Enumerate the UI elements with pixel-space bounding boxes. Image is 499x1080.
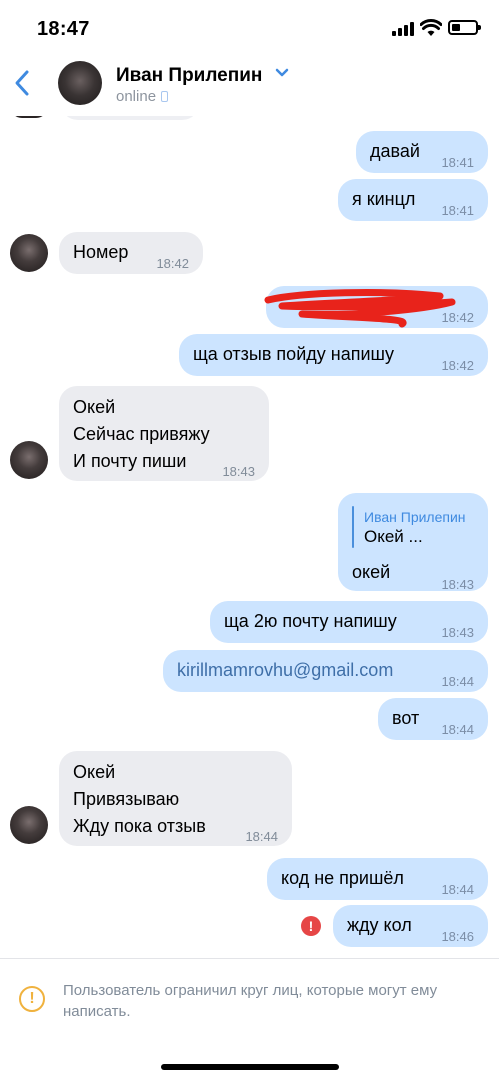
status-bar: 18:47 — [0, 0, 499, 56]
message-time: 18:41 — [441, 155, 474, 170]
contact-name[interactable]: Иван Прилепин — [116, 65, 262, 87]
wifi-icon — [420, 19, 442, 36]
message-time: 18:42 — [156, 256, 189, 271]
message-time: 18:43 — [222, 464, 255, 479]
chat-header: Иван Прилепин online — [0, 56, 499, 116]
message-bubble-outgoing[interactable]: вот 18:44 — [378, 698, 488, 740]
chevron-down-icon[interactable] — [275, 68, 289, 78]
error-icon[interactable]: ! — [301, 916, 321, 936]
home-indicator[interactable] — [161, 1064, 339, 1070]
message-text: жду кол — [347, 915, 412, 935]
message-bubble-outgoing[interactable]: код не пришёл 18:44 — [267, 858, 488, 900]
contact-avatar[interactable] — [58, 61, 102, 105]
contact-status: online — [116, 88, 169, 105]
contact-avatar-small[interactable] — [10, 234, 48, 272]
email-link[interactable]: kirillmamrovhu@gmail.com — [177, 657, 393, 684]
message-time: 18:43 — [441, 577, 474, 592]
message-text: давай — [370, 141, 420, 161]
message-text: код не пришёл — [281, 868, 404, 888]
message-time: 18:44 — [441, 674, 474, 689]
back-icon[interactable] — [12, 68, 36, 98]
message-time: 18:44 — [441, 722, 474, 737]
message-bubble-incoming[interactable]: Окей Привязываю Жду пока отзыв 18:44 — [59, 751, 292, 846]
battery-icon — [448, 20, 481, 35]
message-bubble-outgoing-failed[interactable]: жду кол 18:46 — [333, 905, 488, 947]
message-bubble-outgoing[interactable]: я кинцл 18:41 — [338, 179, 488, 221]
phone-icon — [161, 91, 169, 102]
message-text: Окей Сейчас привяжу И почту пиши — [73, 397, 210, 471]
message-bubble-outgoing[interactable]: kirillmamrovhu@gmail.com 18:44 — [163, 650, 488, 692]
signal-icon — [392, 22, 414, 36]
message-bubble-incoming[interactable]: Окей Сейчас привяжу И почту пиши 18:43 — [59, 386, 269, 481]
warning-icon: ! — [19, 986, 45, 1012]
message-time: 18:46 — [441, 929, 474, 944]
message-text: Номер — [73, 242, 129, 262]
footer-divider — [0, 958, 499, 959]
message-time: 18:43 — [441, 625, 474, 640]
message-text: вот — [392, 708, 420, 728]
message-text: Окей Привязываю Жду пока отзыв — [73, 762, 206, 836]
message-bubble-incoming[interactable]: Номер 18:42 — [59, 232, 203, 274]
redaction-scribble — [264, 289, 456, 328]
message-text: ща отзыв пойду напишу — [193, 344, 394, 364]
message-text: ща 2ю почту напишу — [224, 611, 397, 631]
message-time: 18:44 — [441, 882, 474, 897]
status-time: 18:47 — [37, 18, 90, 40]
contact-status-text: online — [116, 88, 157, 105]
message-time: 18:44 — [245, 829, 278, 844]
message-time: 18:42 — [441, 358, 474, 373]
reply-text: Окей ... — [364, 527, 423, 546]
message-bubble-outgoing[interactable]: ща 2ю почту напишу 18:43 — [210, 601, 488, 643]
reply-quote-bar — [352, 506, 354, 548]
contact-avatar-small[interactable] — [10, 806, 48, 844]
message-text: окей — [352, 562, 391, 582]
message-bubble-outgoing[interactable]: ща отзыв пойду напишу 18:42 — [179, 334, 488, 376]
restriction-notice: Пользователь ограничил круг лиц, которые… — [63, 982, 438, 1020]
contact-avatar-small[interactable] — [10, 441, 48, 479]
message-bubble-outgoing[interactable]: давай 18:41 — [356, 131, 488, 173]
message-time: 18:41 — [441, 203, 474, 218]
message-text: я кинцл — [352, 189, 416, 209]
message-bubble-outgoing-reply[interactable]: Иван Прилепин Окей ... окей 18:43 — [338, 493, 488, 592]
